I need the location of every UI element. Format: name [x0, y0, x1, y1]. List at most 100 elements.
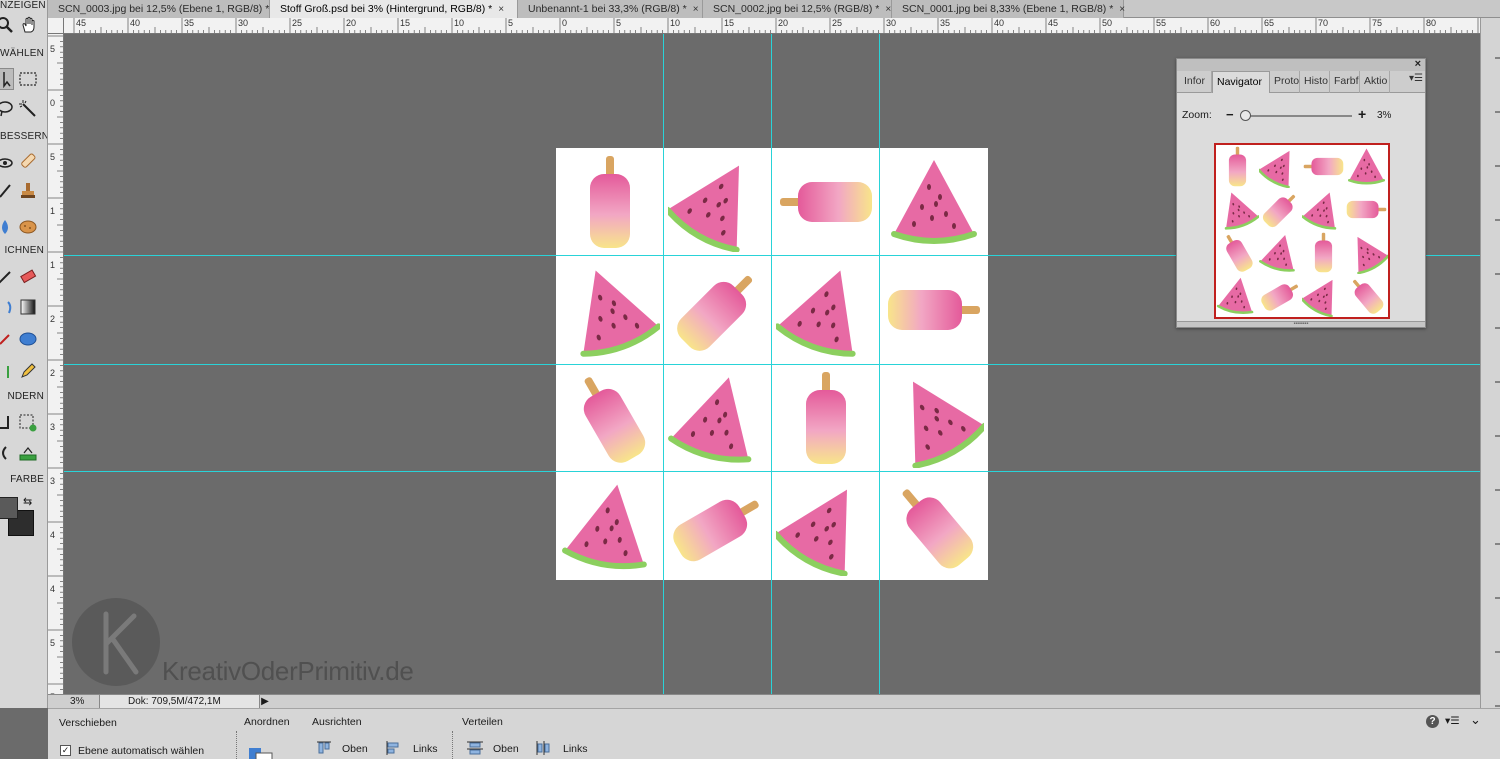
status-menu-arrow[interactable]: ▶ [260, 696, 270, 707]
distribute-left-icon[interactable] [536, 741, 552, 758]
close-icon[interactable]: × [1119, 1, 1125, 18]
gradient-tool-icon[interactable] [17, 296, 39, 318]
tab-histogram[interactable]: Histo [1300, 71, 1330, 93]
paint-bucket-icon[interactable] [0, 296, 16, 318]
thumbnail-watermelon [1345, 231, 1390, 275]
tab-actions[interactable]: Aktio [1360, 71, 1390, 93]
foreground-color-swatch[interactable] [0, 497, 18, 519]
navigator-titlebar[interactable]: × [1177, 58, 1425, 71]
align-left-icon[interactable] [386, 741, 402, 758]
collapse-options-icon[interactable]: ⌄ [1470, 712, 1481, 728]
guide-horizontal[interactable] [64, 364, 1480, 365]
crop-tool-icon[interactable] [0, 412, 16, 434]
divider [236, 731, 237, 759]
scrollbar-markers [1495, 57, 1500, 707]
navigator-preview[interactable] [1214, 143, 1390, 319]
selection-brush-icon[interactable] [0, 360, 16, 382]
ruler-origin[interactable] [48, 18, 64, 34]
thumbnail-watermelon [1301, 188, 1345, 231]
blur-tool-icon[interactable] [0, 216, 16, 238]
align-top-label[interactable]: Oben [342, 743, 368, 755]
brush-tool-icon[interactable] [0, 266, 16, 288]
magic-wand-icon[interactable] [17, 98, 39, 120]
close-icon[interactable]: × [498, 1, 504, 18]
auto-select-layer-label: Ebene automatisch wählen [78, 745, 205, 757]
document-tab[interactable]: SCN_0002.jpg bei 12,5% (RGB/8) * × [703, 0, 892, 18]
vertical-ruler[interactable]: 50511223344556 [48, 34, 64, 694]
options-menu-icon[interactable]: ▾☰ [1445, 715, 1460, 727]
clone-stamp-icon[interactable] [17, 180, 39, 202]
auto-select-layer-checkbox[interactable]: ✓ [60, 745, 71, 756]
distribute-top-label[interactable]: Oben [493, 743, 519, 755]
sponge-tool-icon[interactable] [17, 216, 39, 238]
popsicle-tile [880, 472, 988, 580]
tab-navigator[interactable]: Navigator [1212, 71, 1270, 93]
zoom-tool-icon[interactable] [0, 14, 16, 36]
tab-color[interactable]: Farbf [1330, 71, 1360, 93]
toolbox-section-select: WÄHLEN [0, 48, 44, 59]
smart-brush-icon[interactable] [0, 180, 16, 202]
straighten-tool-icon[interactable] [0, 442, 16, 464]
ruler-ticks [73, 18, 1479, 33]
navigator-close-button[interactable]: × [1415, 58, 1421, 70]
navigator-panel[interactable]: × Infor Navigator Proto Histo Farbf Akti… [1176, 58, 1426, 328]
panel-menu-icon[interactable]: ▾☰ [1409, 73, 1423, 84]
thumbnail-watermelon [1259, 231, 1302, 274]
recompose-tool-icon[interactable] [17, 412, 39, 434]
guide-horizontal[interactable] [64, 471, 1480, 472]
zoom-slider-track[interactable] [1242, 115, 1352, 117]
close-icon[interactable]: × [885, 1, 891, 18]
close-icon[interactable]: × [693, 1, 699, 18]
popsicle-tile [772, 148, 880, 256]
ellipse-shape-icon[interactable] [17, 328, 39, 350]
eraser-tool-icon[interactable] [17, 266, 39, 288]
swap-colors-icon[interactable]: ⇆ [23, 495, 32, 508]
zoom-out-button[interactable]: − [1226, 107, 1234, 122]
thumbnail-watermelon [1345, 145, 1388, 188]
thumbnail-popsicle [1345, 188, 1388, 231]
distribute-top-icon[interactable] [466, 741, 484, 758]
document-tab[interactable]: SCN_0001.jpg bei 8,33% (Ebene 1, RGB/8) … [892, 0, 1125, 18]
thumbnail-watermelon [1300, 274, 1345, 318]
arrange-label: Anordnen [244, 716, 290, 728]
document-tab-label: SCN_0003.jpg bei 12,5% (Ebene 1, RGB/8) … [58, 2, 270, 15]
panel-resize-grip[interactable]: ▪▪▪▪▪▪▪ [1177, 321, 1425, 327]
document-tab[interactable]: Stoff Groß.psd bei 3% (Hintergrund, RGB/… [270, 0, 518, 18]
thumbnail-watermelon [1257, 145, 1302, 189]
vertical-scrollbar[interactable] [1480, 18, 1500, 708]
document-tab-label: Unbenannt-1 bei 33,3% (RGB/8) * [528, 2, 687, 15]
zoom-in-button[interactable]: + [1358, 106, 1366, 122]
thumbnail-watermelon [1216, 188, 1260, 231]
watermelon-slice-tile [880, 148, 988, 256]
align-left-label[interactable]: Links [413, 743, 438, 755]
distribute-left-label[interactable]: Links [563, 743, 588, 755]
align-top-icon[interactable] [316, 741, 332, 758]
document-tab[interactable]: SCN_0003.jpg bei 12,5% (Ebene 1, RGB/8) … [48, 0, 281, 18]
zoom-slider-handle[interactable] [1240, 110, 1252, 121]
thumbnail-popsicle [1259, 188, 1302, 231]
popsicle-tile [664, 472, 772, 580]
eye-tool-icon[interactable] [0, 152, 16, 174]
document-tab-label: SCN_0002.jpg bei 12,5% (RGB/8) * [713, 2, 880, 15]
content-move-icon[interactable] [17, 442, 39, 464]
healing-brush-icon[interactable] [17, 150, 39, 172]
color-replace-icon[interactable] [0, 328, 16, 350]
tab-info[interactable]: Infor [1180, 71, 1212, 93]
pencil-tool-icon[interactable] [17, 360, 39, 382]
status-zoom-field[interactable]: 3% [48, 695, 100, 708]
ruler-ticks [48, 35, 63, 690]
lasso-tool-icon[interactable] [0, 98, 16, 120]
tool-name-label: Verschieben [59, 717, 117, 729]
hand-tool-icon[interactable] [18, 14, 40, 36]
arrange-icon[interactable] [248, 747, 274, 759]
document-tab[interactable]: Unbenannt-1 bei 33,3% (RGB/8) * × [518, 0, 703, 18]
marquee-tool-icon[interactable] [17, 68, 39, 90]
move-tool-icon[interactable] [0, 68, 14, 90]
horizontal-ruler[interactable]: 45 40 35 30 25 20 15 10 5 0 5 10 15 20 25 30 35 40 45 50 55 6… [64, 18, 1480, 34]
help-icon[interactable]: ? [1426, 715, 1439, 728]
watermelon-slice-tile [772, 256, 880, 364]
tab-protocol[interactable]: Proto [1270, 71, 1300, 93]
align-label: Ausrichten [312, 716, 362, 728]
document-tab-label: SCN_0001.jpg bei 8,33% (Ebene 1, RGB/8) … [902, 2, 1114, 15]
toolbox-section-view: NZEIGEN [0, 0, 46, 11]
